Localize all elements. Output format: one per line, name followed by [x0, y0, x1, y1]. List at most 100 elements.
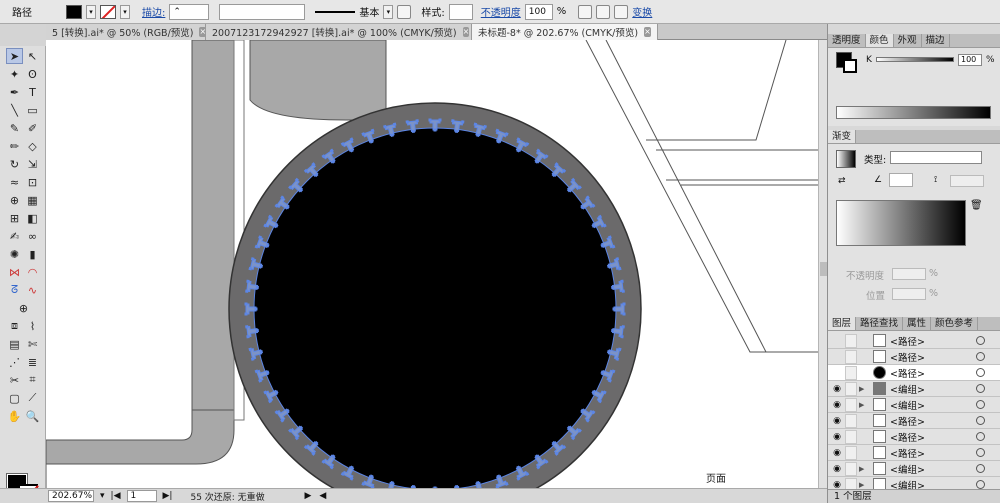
tab-attributes[interactable]: 属性: [903, 317, 932, 330]
symbol-sprayer-tool-icon[interactable]: ✺: [6, 246, 23, 262]
warp-tool-icon[interactable]: ≈: [6, 174, 23, 190]
zoom-field[interactable]: 202.67%: [48, 490, 94, 502]
reshape-tool-icon[interactable]: ᘔ: [6, 282, 23, 298]
tab-document-2[interactable]: 2007123172942927 [转换].ai* @ 100% (CMYK/预…: [206, 24, 472, 40]
direct-selection-tool-icon[interactable]: ↖: [24, 48, 41, 64]
layer-row[interactable]: ◉ <路径>: [828, 445, 1000, 461]
eraser-tool-icon[interactable]: ◇: [24, 138, 41, 154]
lock-toggle[interactable]: [845, 477, 857, 489]
visibility-eye-icon[interactable]: ◉: [830, 414, 844, 428]
lock-toggle[interactable]: [845, 381, 857, 396]
shaper-tool-icon[interactable]: ⊕: [15, 300, 32, 316]
graphic-style-field[interactable]: [448, 3, 473, 20]
anchor-point[interactable]: [254, 307, 258, 311]
perspective-grid-tool-icon[interactable]: ▦: [24, 192, 41, 208]
layer-row[interactable]: ◉ <路径>: [828, 413, 1000, 429]
visibility-eye-icon[interactable]: [830, 334, 844, 348]
gradient-location-field[interactable]: [892, 288, 926, 300]
tab-document-1[interactable]: 5 [转换].ai* @ 50% (RGB/预览) ×: [46, 24, 207, 40]
layer-row[interactable]: ◉ ▶ <编组>: [828, 461, 1000, 477]
mesh-tool-icon[interactable]: ⊞: [6, 210, 23, 226]
stroke-weight-field[interactable]: ⌃: [169, 3, 210, 20]
lock-toggle[interactable]: [845, 429, 857, 444]
lock-toggle[interactable]: [845, 413, 857, 428]
measure-tool-icon[interactable]: ⟋: [24, 390, 41, 406]
anchor-point[interactable]: [461, 120, 465, 124]
pencil-tool-icon[interactable]: ✐: [24, 120, 41, 136]
anchor-point[interactable]: [438, 118, 442, 122]
target-circle-icon[interactable]: [976, 448, 985, 457]
zoom-tool-icon[interactable]: 🔍: [24, 408, 41, 424]
eyedropper-tool-icon[interactable]: ✍: [6, 228, 23, 244]
anchor-point[interactable]: [245, 325, 249, 329]
color-stroke-swatch[interactable]: [843, 59, 857, 73]
target-circle-icon[interactable]: [976, 352, 985, 361]
slice-tool-icon[interactable]: ⌇: [24, 318, 41, 334]
k-value-field[interactable]: 100: [958, 54, 982, 66]
scissors-tool-icon[interactable]: ✂: [6, 372, 23, 388]
anchor-point[interactable]: [620, 279, 624, 283]
anchor-point[interactable]: [622, 312, 626, 316]
lasso-tool-icon[interactable]: ʘ: [24, 66, 41, 82]
rectangle-tool-icon[interactable]: ▭: [24, 102, 41, 118]
tab-color-guide[interactable]: 颜色参考: [931, 317, 979, 330]
artboard-next-icon[interactable]: ▶|: [163, 491, 173, 501]
layer-row[interactable]: ◉ ▶ <编组>: [828, 397, 1000, 413]
blob-brush-tool-icon[interactable]: ✏: [6, 138, 23, 154]
target-circle-icon[interactable]: [976, 384, 985, 393]
anchor-point[interactable]: [415, 119, 419, 123]
anchor-point[interactable]: [244, 312, 248, 316]
gradient-preview-swatch[interactable]: [836, 150, 856, 168]
artboard-tool-icon[interactable]: ⧈: [6, 318, 23, 334]
transform-link[interactable]: 变换: [632, 4, 652, 19]
target-circle-icon[interactable]: [976, 464, 985, 473]
line-tool-icon[interactable]: ╲: [6, 102, 23, 118]
width-tool-icon[interactable]: ⋈: [6, 264, 23, 280]
stroke-dropdown-icon[interactable]: ▾: [120, 4, 130, 19]
close-icon[interactable]: ×: [644, 27, 651, 37]
anchor-point[interactable]: [428, 118, 432, 122]
anchor-point[interactable]: [454, 129, 459, 133]
anchor-point[interactable]: [411, 129, 416, 133]
close-icon[interactable]: ×: [462, 27, 470, 37]
h-scroll-left-icon[interactable]: ◀: [319, 491, 326, 501]
anchor-point[interactable]: [621, 289, 625, 293]
print-tiling-tool-icon[interactable]: ▢: [6, 390, 23, 406]
stroke-link[interactable]: 描边:: [142, 4, 165, 19]
column-graph-tool-icon[interactable]: ▮: [24, 246, 41, 262]
document-setup-icon[interactable]: [596, 4, 611, 19]
rotate-tool-icon[interactable]: ↻: [6, 156, 23, 172]
wave-tool-icon[interactable]: ∿: [24, 282, 41, 298]
selection-tool-icon[interactable]: ➤: [6, 48, 23, 64]
lock-toggle[interactable]: [845, 365, 857, 380]
target-circle-icon[interactable]: [976, 336, 985, 345]
gradient-opacity-field[interactable]: [892, 268, 926, 280]
opacity-field[interactable]: 100: [524, 3, 553, 20]
target-circle-icon[interactable]: [976, 480, 985, 489]
anchor-point[interactable]: [433, 128, 437, 132]
tab-pathfinder[interactable]: 路径查找: [856, 317, 904, 330]
status-menu-icon[interactable]: ▶: [304, 491, 311, 501]
anchor-point[interactable]: [405, 120, 409, 124]
anchor-point[interactable]: [611, 285, 615, 290]
layer-row[interactable]: <路径>: [828, 365, 1000, 381]
target-circle-icon[interactable]: [976, 416, 985, 425]
shape-builder-tool-icon[interactable]: ⊕: [6, 192, 23, 208]
gradient-angle-field[interactable]: [889, 173, 913, 187]
paintbrush-tool-icon[interactable]: ✎: [6, 120, 23, 136]
blend-tool-icon[interactable]: ∞: [24, 228, 41, 244]
artboard-canvas[interactable]: 页面: [46, 40, 818, 488]
visibility-eye-icon[interactable]: [830, 366, 844, 380]
align-icon[interactable]: [614, 4, 629, 19]
gradient-slider-ramp[interactable]: [836, 200, 966, 246]
scale-tool-icon[interactable]: ⇲: [24, 156, 41, 172]
anchor-point[interactable]: [246, 335, 250, 339]
tab-document-3[interactable]: 未标题-8* @ 202.67% (CMYK/预览) ×: [472, 24, 658, 40]
lock-toggle[interactable]: [845, 397, 857, 412]
graph-tool-icon[interactable]: ⋰: [6, 354, 23, 370]
bar-tool-icon[interactable]: ≣: [24, 354, 41, 370]
expand-arrow-icon[interactable]: ▶: [859, 401, 867, 409]
lock-toggle[interactable]: [845, 333, 857, 348]
type-tool-icon[interactable]: T: [24, 84, 41, 100]
lock-toggle[interactable]: [845, 445, 857, 460]
